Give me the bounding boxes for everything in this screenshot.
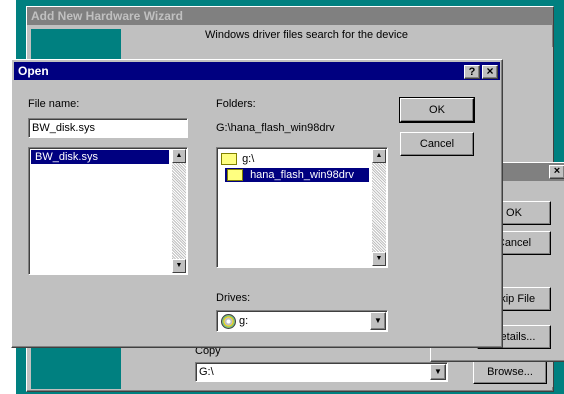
wizard-browse-button[interactable]: Browse... (473, 360, 547, 384)
open-dialog-title: Open (18, 64, 49, 78)
wizard-title: Add New Hardware Wizard (31, 9, 183, 23)
folder-item-selected[interactable]: hana_flash_win98drv (225, 168, 369, 182)
drive-value: g: (239, 315, 249, 327)
scroll-up-arrow-icon[interactable]: ▲ (172, 149, 186, 163)
help-button[interactable]: ? (464, 65, 480, 79)
open-folder-icon (221, 153, 237, 166)
current-path-text: G:\hana_flash_win98drv (216, 122, 335, 134)
wizard-path-value: G:\ (199, 366, 214, 378)
wizard-path-dropdown-button[interactable]: ▼ (430, 364, 446, 380)
folder-tree[interactable]: g:\ hana_flash_win98drv ▲ ▼ (216, 147, 388, 268)
folder-tree-scrollbar[interactable]: ▲ ▼ (372, 149, 386, 266)
folder-item-root[interactable]: g:\ (221, 152, 254, 166)
file-list[interactable]: BW_disk.sys ▲ ▼ (28, 147, 188, 275)
wizard-path-combobox[interactable]: G:\ ▼ (195, 362, 448, 382)
wizard-titlebar: Add New Hardware Wizard (27, 7, 553, 25)
scroll-down-arrow-icon[interactable]: ▼ (172, 259, 186, 273)
file-name-input[interactable]: BW_disk.sys (28, 118, 188, 138)
wizard-partial-text: Windows driver files search for the devi… (205, 29, 408, 41)
folders-label: Folders: (216, 98, 256, 110)
file-list-scrollbar[interactable]: ▲ ▼ (172, 149, 186, 273)
dialog-close-button[interactable]: × (482, 65, 498, 79)
drive-dropdown-button[interactable]: ▼ (370, 312, 386, 330)
file-list-item[interactable]: BW_disk.sys (31, 150, 169, 164)
scroll-down-arrow-icon[interactable]: ▼ (372, 252, 386, 266)
file-name-label: File name: (28, 98, 80, 110)
ok-button[interactable]: OK (399, 97, 475, 123)
file-name-value: BW_disk.sys (32, 122, 95, 134)
cancel-button[interactable]: Cancel (400, 132, 474, 156)
scroll-up-arrow-icon[interactable]: ▲ (372, 149, 386, 163)
cd-drive-icon (221, 314, 236, 329)
drive-selector[interactable]: g: ▼ (216, 310, 388, 332)
copy-files-close-button[interactable]: × (549, 165, 564, 179)
open-folder-icon (227, 169, 243, 182)
open-dialog-titlebar: Open (14, 62, 500, 80)
open-dialog: Open ? × File name: BW_disk.sys BW_disk.… (11, 59, 503, 348)
drives-label: Drives: (216, 292, 251, 304)
